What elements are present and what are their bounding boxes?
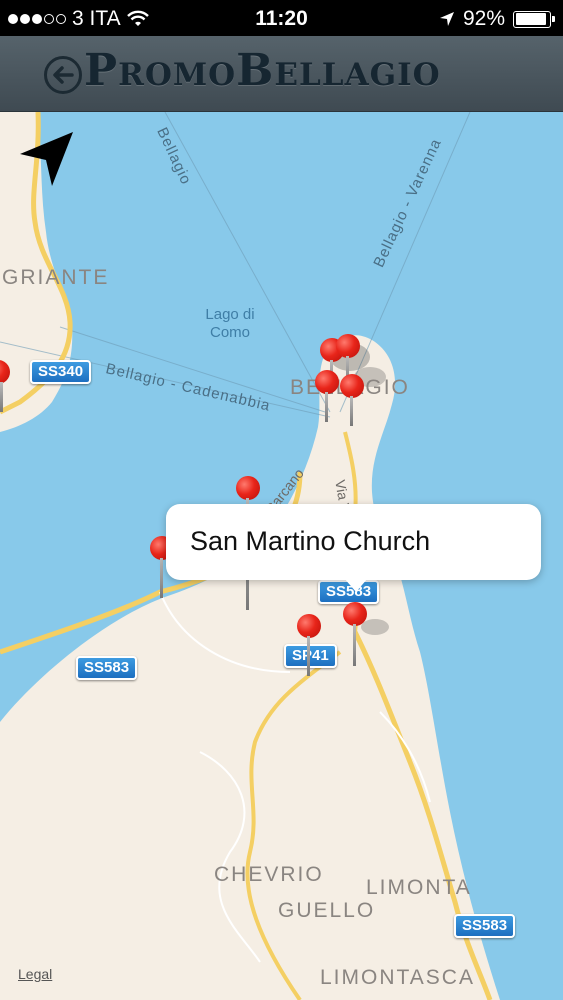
town-label-chevrio: CHEVRIO bbox=[214, 863, 324, 886]
battery-icon bbox=[513, 10, 555, 28]
status-right: 92% bbox=[439, 7, 555, 31]
back-button[interactable] bbox=[44, 56, 82, 94]
callout-title: San Martino Church bbox=[190, 526, 431, 556]
lake-label: Lago di Como bbox=[205, 306, 255, 341]
app-header: PromoBellagio bbox=[0, 36, 563, 112]
location-arrow-icon bbox=[20, 132, 73, 186]
road-shield-sp41: SP41 bbox=[284, 644, 337, 668]
app-title: PromoBellagio bbox=[84, 45, 441, 96]
town-label-guello: GUELLO bbox=[278, 899, 376, 922]
ferry-line-north bbox=[164, 112, 331, 413]
road-shield-ss340: SS340 bbox=[30, 360, 92, 384]
location-arrow-icon bbox=[439, 12, 454, 26]
pin-callout[interactable]: San Martino Church bbox=[166, 504, 541, 592]
town-label-griante: GRIANTE bbox=[2, 266, 110, 289]
town-label-limonta: LIMONTA bbox=[366, 876, 472, 899]
screen: 3 ITA 11:20 92% PromoBellagio Lago di Co… bbox=[0, 0, 563, 1000]
callout-pointer bbox=[344, 578, 368, 592]
road-shield-ss583: SS583 bbox=[76, 656, 138, 680]
legal-link[interactable]: Legal bbox=[18, 966, 52, 982]
battery-percent: 92% bbox=[462, 7, 505, 30]
road-shield-ss583-south: SS583 bbox=[454, 914, 516, 938]
town-label-limontasca: LIMONTASCA bbox=[320, 966, 475, 989]
status-bar: 3 ITA 11:20 92% bbox=[0, 0, 563, 36]
back-arrow-icon bbox=[53, 66, 74, 84]
